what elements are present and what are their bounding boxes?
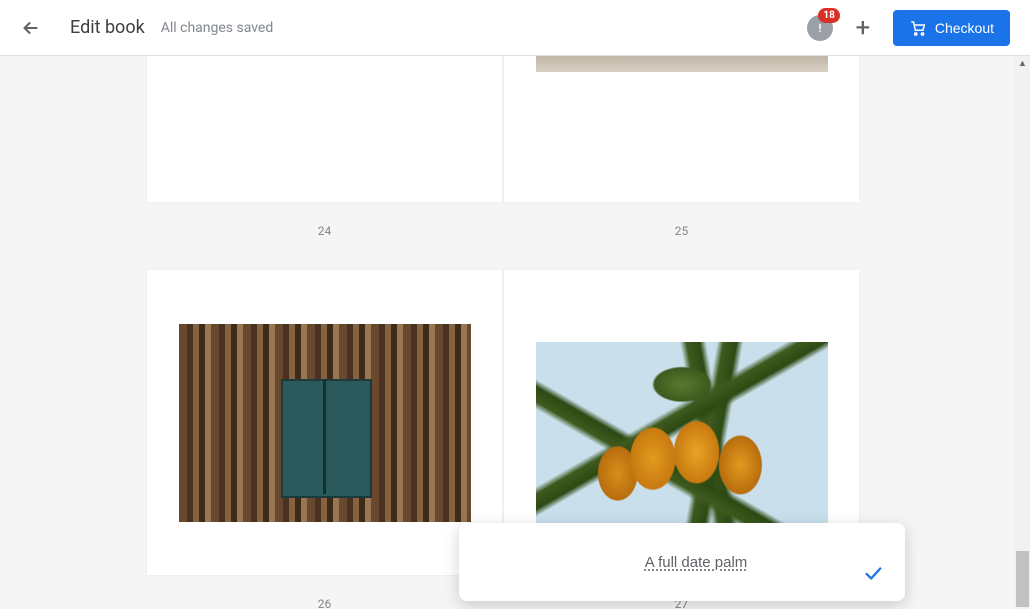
- alert-icon: [813, 21, 827, 35]
- scroll-up-icon[interactable]: ▲: [1015, 56, 1030, 71]
- book-page-25[interactable]: [504, 56, 859, 202]
- save-status: All changes saved: [161, 20, 274, 36]
- book-page-26[interactable]: [147, 270, 502, 575]
- page-number-label: 25: [504, 224, 859, 238]
- book-page-24[interactable]: [147, 56, 502, 202]
- page-photo[interactable]: [536, 56, 828, 72]
- scrollbar-thumb[interactable]: [1016, 551, 1029, 607]
- cart-icon: [909, 19, 927, 37]
- header-actions: 18 + Checkout: [807, 10, 1010, 46]
- add-button[interactable]: +: [849, 15, 877, 41]
- page-number-label: 24: [147, 224, 502, 238]
- notification-badge: 18: [818, 8, 839, 23]
- page-photo[interactable]: [179, 324, 471, 522]
- caption-editor-popup: [459, 523, 905, 601]
- page-spread: [147, 56, 859, 202]
- caption-input[interactable]: [459, 554, 905, 571]
- page-number-label: 26: [147, 597, 502, 609]
- back-arrow-icon[interactable]: [20, 17, 42, 39]
- page-title: Edit book: [70, 17, 145, 38]
- content-area: 24 25 26 27: [0, 56, 1030, 609]
- checkmark-icon: [862, 562, 884, 584]
- notifications-button[interactable]: 18: [807, 15, 833, 41]
- checkout-button[interactable]: Checkout: [893, 10, 1010, 46]
- app-header: Edit book All changes saved 18 + Checkou…: [0, 0, 1030, 56]
- checkout-label: Checkout: [935, 20, 994, 36]
- caption-confirm-button[interactable]: [853, 553, 893, 593]
- vertical-scrollbar[interactable]: ▲: [1015, 56, 1030, 609]
